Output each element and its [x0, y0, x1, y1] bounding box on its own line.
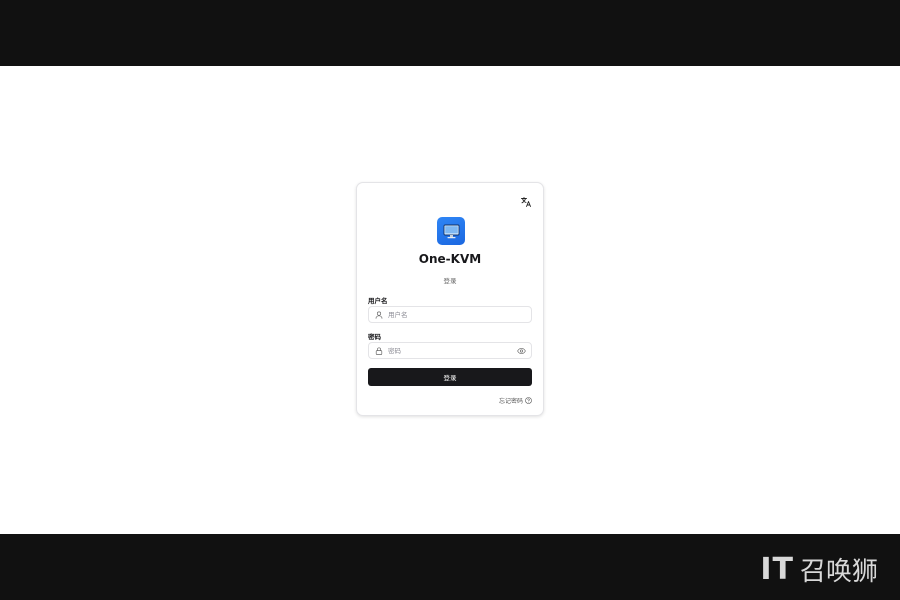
app-title: One-KVM — [418, 252, 482, 266]
login-card: One-KVM 登录 用户名 密码 — [356, 182, 544, 416]
watermark-chinese: 召唤狮 — [799, 557, 878, 587]
password-label: 密码 — [368, 333, 381, 341]
video-frame: One-KVM 登录 用户名 密码 — [0, 0, 900, 600]
password-input[interactable] — [388, 343, 508, 358]
language-icon — [521, 197, 531, 207]
login-button[interactable]: 登录 — [368, 368, 532, 386]
user-icon — [375, 311, 383, 319]
forgot-password-link[interactable]: 忘记密码 — [499, 396, 532, 405]
lock-icon — [375, 347, 383, 355]
username-label: 用户名 — [368, 297, 388, 305]
login-page: One-KVM 登录 用户名 密码 — [0, 66, 900, 534]
app-logo — [437, 217, 465, 245]
help-circle-icon — [525, 397, 532, 404]
eye-icon[interactable] — [517, 347, 526, 355]
language-toggle-button[interactable] — [520, 193, 532, 207]
monitor-icon — [443, 224, 459, 238]
username-input[interactable] — [388, 307, 508, 322]
password-field[interactable] — [368, 342, 532, 359]
watermark-logo: IT 召唤狮 — [760, 551, 878, 588]
login-subtitle: 登录 — [443, 277, 457, 285]
username-field[interactable] — [368, 306, 532, 323]
forgot-password-label: 忘记密码 — [498, 398, 523, 405]
watermark-latin: IT — [760, 552, 794, 587]
